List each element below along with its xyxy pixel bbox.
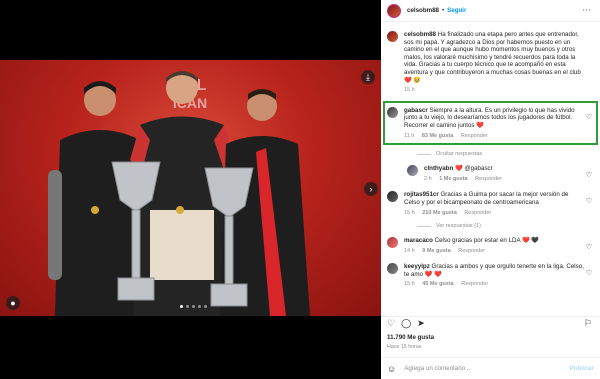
hide-replies-button[interactable]: Ocultar respuestas: [417, 151, 594, 157]
reply-button[interactable]: Responder: [461, 281, 488, 287]
caption: celsobm88 Ha finalizado una etapa pero a…: [387, 31, 594, 95]
comment-text: Siempre a la altura. Es un privilegio lo…: [404, 106, 575, 129]
reply-button[interactable]: Responder: [461, 133, 488, 139]
post-username[interactable]: celsobm88: [407, 7, 439, 14]
reply-button[interactable]: Responder: [458, 248, 485, 254]
avatar[interactable]: [387, 31, 398, 42]
avatar[interactable]: [407, 165, 418, 177]
avatar[interactable]: [387, 191, 398, 203]
reply-likes[interactable]: 1 Me gusta: [439, 176, 467, 182]
follow-button[interactable]: Seguir: [447, 7, 466, 14]
reply-item: clnthyabn ❤️ @gabascr 2 h 1 Me gusta Res…: [407, 165, 594, 183]
post-time: Hace 15 horas: [387, 344, 422, 350]
comment-username[interactable]: gabascr: [404, 107, 428, 114]
comment-item: keeyylpz Gracias a ambos y que orgullo t…: [387, 263, 594, 289]
post-photo: RAL ICAN: [0, 60, 381, 316]
bookmark-icon[interactable]: ⚐: [584, 318, 592, 329]
comment-item: maracaco Celso gracias por estar en LDA …: [387, 237, 594, 255]
heart-icon[interactable]: ♡: [387, 318, 395, 329]
share-icon[interactable]: ➤: [417, 318, 425, 329]
comment-item: gabascr Siempre a la altura. Es un privi…: [387, 106, 594, 140]
caption-text: Ha finalizado una etapa pero antes que e…: [404, 31, 581, 84]
avatar[interactable]: [387, 263, 398, 275]
comment-text: Celso gracias por estar en LDA ❤️ 🖤: [434, 237, 540, 245]
heart-icon[interactable]: ♡: [586, 171, 592, 179]
comment-username[interactable]: rojitas951cr: [404, 191, 439, 198]
user-tags-icon[interactable]: ●: [6, 296, 20, 310]
emoji-icon[interactable]: ☺: [387, 364, 396, 374]
comment-time: 14 h: [404, 247, 415, 254]
more-options-icon[interactable]: ···: [583, 7, 592, 14]
comment-likes[interactable]: 210 Me gusta: [422, 210, 457, 216]
reply-button[interactable]: Responder: [475, 176, 502, 182]
reply-time: 2 h: [424, 175, 432, 182]
comment-username[interactable]: keeyylpz: [404, 263, 430, 270]
caption-username[interactable]: celsobm88: [404, 31, 436, 38]
comment-icon[interactable]: ◯: [401, 318, 411, 329]
comment-item: rojitas951cr Gracias a Guima por sacar l…: [387, 191, 594, 217]
view-replies-button[interactable]: Ver respuestas (1): [417, 223, 594, 229]
download-icon[interactable]: ⤓: [361, 70, 375, 84]
comments-feed[interactable]: celsobm88 Ha finalizado una etapa pero a…: [381, 23, 600, 317]
post-actions: ♡ ◯ ➤ ⚐: [381, 316, 600, 330]
reply-text: ❤️ @gabascr: [454, 165, 493, 173]
heart-icon[interactable]: ♡: [586, 243, 592, 251]
caption-time: 15 h: [404, 87, 415, 94]
post-media: RAL ICAN: [0, 0, 381, 379]
comment-likes[interactable]: 9 Me gusta: [422, 248, 450, 254]
comment-username[interactable]: maracaco: [404, 237, 433, 244]
heart-icon[interactable]: ♡: [586, 197, 592, 205]
publish-button[interactable]: Publicar: [570, 365, 594, 372]
comment-time: 15 h: [404, 209, 415, 216]
comment-likes[interactable]: 45 Me gusta: [422, 281, 453, 287]
post-header: celsobm88 • Seguir ···: [381, 0, 600, 22]
carousel-indicator: [180, 305, 207, 308]
photo-illustration: RAL ICAN: [48, 71, 310, 316]
heart-icon[interactable]: ♡: [586, 269, 592, 277]
separator: •: [442, 7, 445, 14]
comment-composer: ☺ Publicar: [381, 357, 600, 379]
likes-count[interactable]: 11.790 Me gusta: [387, 334, 434, 341]
reply-button[interactable]: Responder: [464, 210, 491, 216]
comment-time: 11 h: [404, 132, 415, 139]
avatar[interactable]: [387, 237, 398, 249]
comment-input[interactable]: [404, 365, 570, 372]
avatar[interactable]: [387, 3, 401, 18]
comment-text: Gracias a ambos y que orgullo tenerte en…: [404, 263, 584, 278]
comment-likes[interactable]: 83 Me gusta: [422, 133, 453, 139]
comment-time: 15 h: [404, 281, 415, 288]
avatar[interactable]: [387, 106, 398, 118]
next-image-icon[interactable]: ›: [364, 182, 378, 196]
post-sidebar: celsobm88 • Seguir ··· celsobm88 Ha fina…: [381, 0, 600, 379]
highlighted-comment: gabascr Siempre a la altura. Es un privi…: [383, 100, 598, 146]
heart-icon[interactable]: ♡: [586, 113, 592, 121]
reply-username[interactable]: clnthyabn: [424, 165, 453, 172]
